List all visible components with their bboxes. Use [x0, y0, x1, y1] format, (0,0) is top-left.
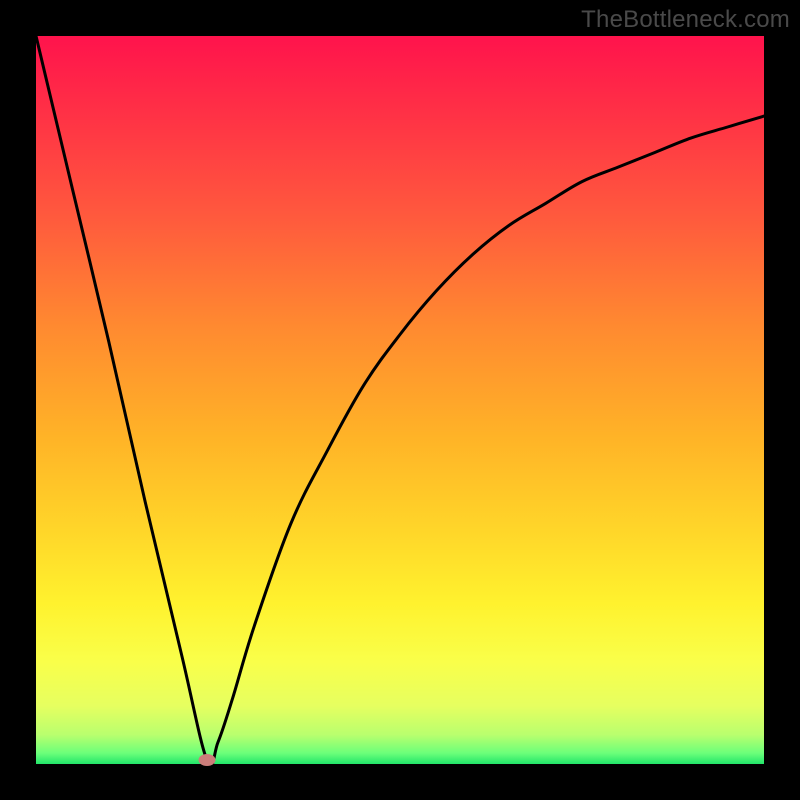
- plot-area: [36, 36, 764, 764]
- bottleneck-curve: [36, 36, 764, 764]
- minimum-marker: [199, 754, 216, 766]
- chart-frame: TheBottleneck.com: [0, 0, 800, 800]
- attribution-watermark: TheBottleneck.com: [581, 6, 790, 34]
